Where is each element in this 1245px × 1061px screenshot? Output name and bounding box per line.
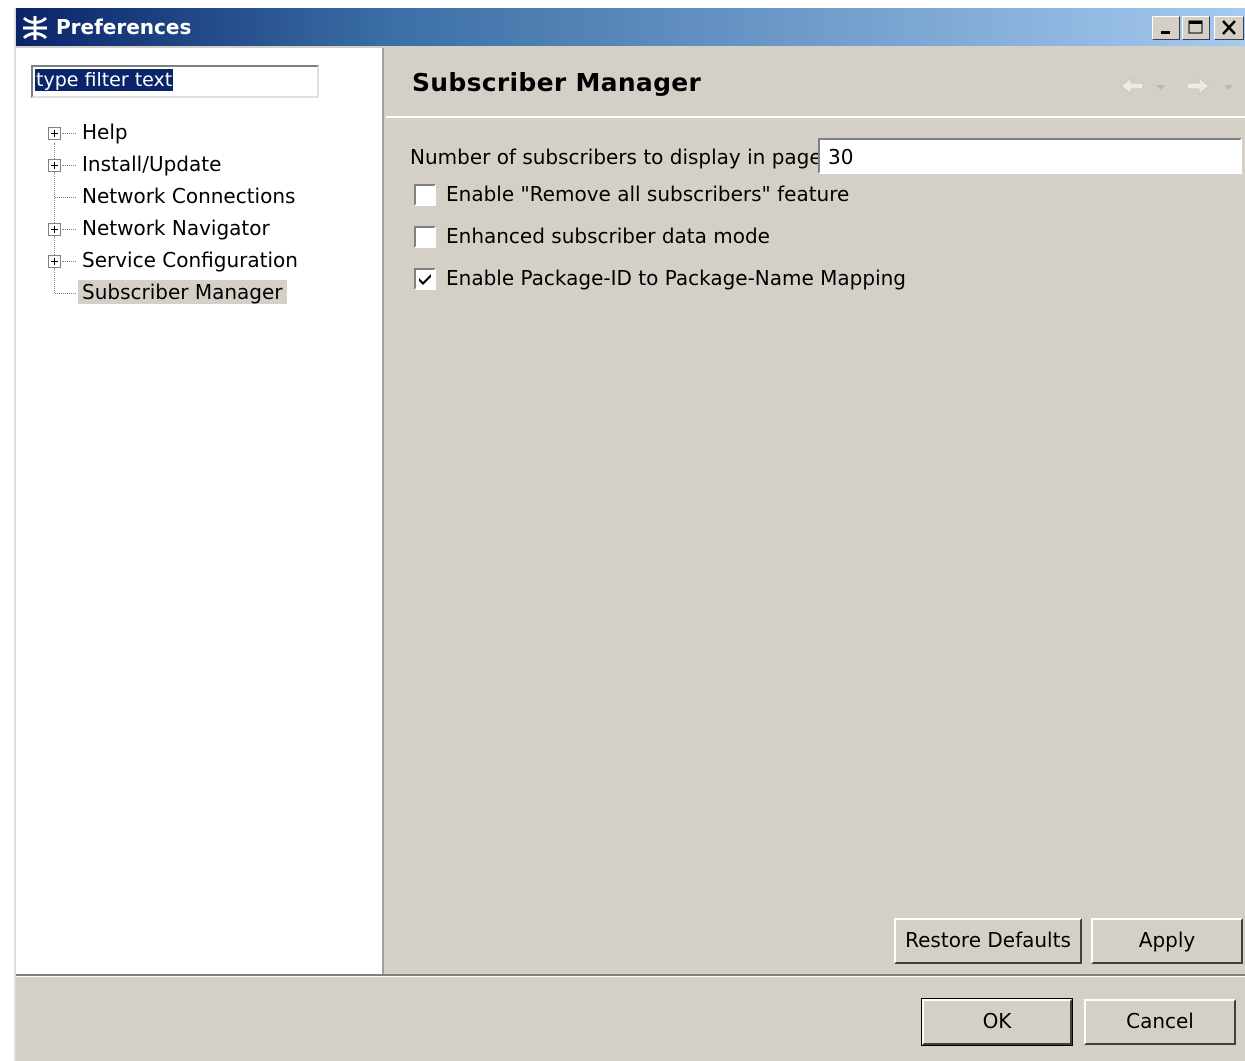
tree-item-label: Network Connections bbox=[82, 184, 296, 208]
back-arrow-icon[interactable] bbox=[1117, 74, 1147, 98]
back-dropdown-icon[interactable] bbox=[1153, 74, 1169, 98]
tree-item-network-navigator[interactable]: Network Navigator bbox=[16, 216, 376, 244]
tree-item-install-update[interactable]: Install/Update bbox=[16, 152, 376, 180]
title-bar[interactable]: Preferences bbox=[16, 8, 1245, 46]
tree-item-service-configuration[interactable]: Service Configuration bbox=[16, 248, 376, 276]
filter-text: type filter text bbox=[35, 69, 174, 91]
minimize-button[interactable] bbox=[1152, 16, 1180, 40]
maximize-button[interactable] bbox=[1182, 16, 1210, 40]
app-icon bbox=[22, 16, 48, 40]
expand-icon[interactable] bbox=[48, 255, 61, 268]
history-navigation bbox=[1107, 74, 1245, 98]
minimize-icon bbox=[1161, 31, 1170, 34]
apply-button[interactable]: Apply bbox=[1091, 918, 1243, 964]
checkbox-label: Enable Package-ID to Package-Name Mappin… bbox=[446, 266, 906, 290]
filter-input[interactable]: type filter text bbox=[31, 65, 319, 98]
tree-item-label: Help bbox=[82, 120, 128, 144]
footer-divider bbox=[16, 974, 1245, 977]
close-button[interactable] bbox=[1214, 16, 1244, 40]
enhanced-data-mode-checkbox[interactable] bbox=[414, 226, 436, 248]
subscribers-per-page-label: Number of subscribers to display in page bbox=[410, 145, 822, 169]
close-icon bbox=[1222, 20, 1236, 35]
forward-dropdown-icon[interactable] bbox=[1221, 74, 1237, 98]
tree-item-label: Install/Update bbox=[82, 152, 222, 176]
subscribers-per-page-input[interactable]: 30 bbox=[818, 138, 1242, 174]
page-header: Subscriber Manager bbox=[386, 48, 1245, 118]
expand-icon[interactable] bbox=[48, 159, 61, 172]
maximize-icon bbox=[1188, 20, 1203, 34]
restore-defaults-button[interactable]: Restore Defaults bbox=[894, 918, 1082, 964]
expand-icon[interactable] bbox=[48, 127, 61, 140]
expand-icon[interactable] bbox=[48, 223, 61, 236]
tree-item-subscriber-manager[interactable]: Subscriber Manager bbox=[16, 280, 376, 308]
forward-arrow-icon[interactable] bbox=[1183, 74, 1213, 98]
window-title: Preferences bbox=[56, 15, 192, 39]
preferences-window: Preferences type filter text Help Instal… bbox=[14, 8, 1245, 1061]
tree-item-help[interactable]: Help bbox=[16, 120, 376, 148]
checkbox-label: Enable "Remove all subscribers" feature bbox=[446, 182, 850, 206]
tree-item-label: Subscriber Manager bbox=[78, 280, 287, 304]
tree-item-label: Network Navigator bbox=[82, 216, 270, 240]
remove-all-subscribers-checkbox[interactable] bbox=[414, 184, 436, 206]
package-mapping-checkbox[interactable] bbox=[414, 268, 436, 290]
tree-item-network-connections[interactable]: Network Connections bbox=[16, 184, 376, 212]
preference-tree-panel: type filter text Help Install/Update Net… bbox=[16, 48, 384, 974]
checkbox-label: Enhanced subscriber data mode bbox=[446, 224, 770, 248]
cancel-button[interactable]: Cancel bbox=[1084, 999, 1236, 1045]
tree-item-label: Service Configuration bbox=[82, 248, 298, 272]
page-title: Subscriber Manager bbox=[412, 68, 702, 97]
ok-button[interactable]: OK bbox=[921, 998, 1073, 1046]
checkmark-icon bbox=[419, 274, 431, 285]
